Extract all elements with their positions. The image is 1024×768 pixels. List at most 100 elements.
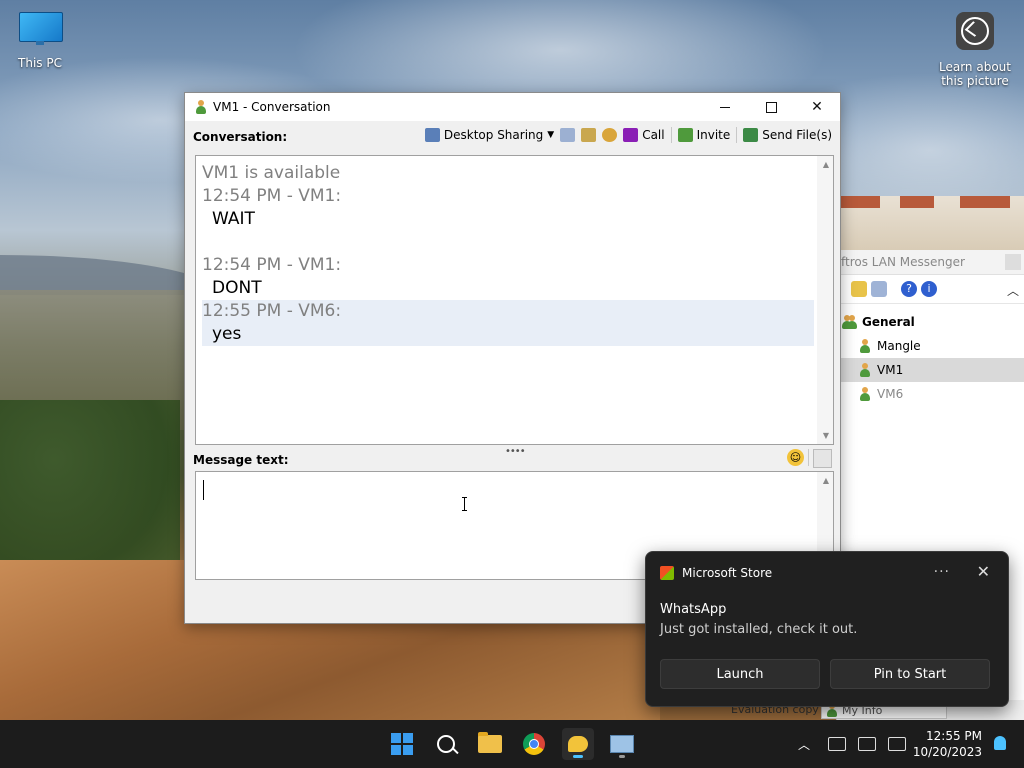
message-text: yes [212,324,242,344]
store-notification-toast[interactable]: Microsoft Store ··· ✕ WhatsApp Just got … [645,551,1009,707]
send-files-button[interactable]: Send File(s) [743,128,832,142]
video-camera-icon [623,128,639,142]
splitter-handle[interactable]: •••• [505,446,526,457]
start-button[interactable] [386,728,418,760]
learn-about-picture-shortcut[interactable]: Learn about this picture [936,12,1014,88]
message-item: 12:54 PM - VM1: WAIT [202,185,814,231]
emoji-icon[interactable]: ☺ [787,449,804,466]
text-caret [203,480,204,500]
invite-users-icon [677,128,693,142]
search-button[interactable] [430,728,462,760]
user-online-icon [859,363,871,377]
running-indicator [619,755,625,758]
conversation-toolbar: Conversation: Desktop Sharing ▼ Call Inv… [185,121,840,153]
user-name: VM1 [877,363,904,377]
message-text: DONT [212,278,262,298]
buddy-list-title: ftros LAN Messenger [837,250,1024,275]
chrome-button[interactable] [518,728,550,760]
user-name: VM6 [877,387,904,401]
performance-monitor-icon [610,735,634,753]
app-user-icon [195,100,207,114]
task-manager-taskbar-button[interactable] [606,728,638,760]
search-icon [437,735,455,753]
volume-mute-icon[interactable] [888,737,907,751]
group-name: General [862,315,915,329]
history-icon[interactable] [560,128,576,142]
wallpaper-town [830,196,1024,252]
minimize-button[interactable] [702,93,748,121]
toolbar-separator [736,127,738,143]
conversation-history[interactable]: VM1 is available 12:54 PM - VM1: WAIT 12… [195,155,834,445]
windows-logo-icon [391,733,413,755]
buddy-toolbar: ? i ︿ [837,275,1024,304]
history-scrollbar[interactable]: ▲ ▼ [817,156,833,444]
maximize-button[interactable] [748,93,794,121]
lan-messenger-taskbar-button[interactable] [562,728,594,760]
help-icon[interactable]: ? [901,281,917,297]
monitor-icon [19,12,63,45]
scroll-up-icon[interactable]: ▲ [823,476,829,485]
history-icon[interactable] [871,281,887,297]
add-folder-icon[interactable] [851,281,867,297]
transfers-icon[interactable] [581,128,597,142]
notification-bell-icon[interactable] [994,736,1006,750]
message-text-label: Message text: [193,453,289,467]
call-label: Call [642,128,665,142]
scroll-up-icon[interactable]: ▲ [823,160,829,169]
onedrive-icon[interactable] [828,737,847,751]
window-title: VM1 - Conversation [213,100,331,114]
camera-icon [956,12,994,50]
ibeam-cursor-icon [462,497,467,511]
invite-label: Invite [696,128,731,142]
clock-time: 12:55 PM [926,729,982,743]
close-button[interactable]: ✕ [794,93,840,121]
close-icon[interactable]: ✕ [977,562,990,581]
conversation-titlebar[interactable]: VM1 - Conversation ✕ [185,93,840,121]
desktop-sharing-label: Desktop Sharing [443,128,544,142]
toolbar-separator [808,449,809,466]
this-pc-shortcut[interactable]: This PC [14,12,66,70]
more-options-icon[interactable]: ··· [934,564,950,580]
settings-icon[interactable] [602,128,618,142]
file-explorer-button[interactable] [474,728,506,760]
chevron-up-icon[interactable]: ︿ [798,736,810,753]
toolbar-separator [670,127,672,143]
message-item: 12:55 PM - VM6: yes [202,300,814,346]
chevron-down-icon: ▼ [547,130,555,140]
conversation-label: Conversation: [193,130,288,144]
chat-bubble-icon [568,736,588,752]
call-button[interactable]: Call [623,128,665,142]
message-status: VM1 is available [202,162,814,185]
toast-source: Microsoft Store [682,566,773,580]
buddy-close-button[interactable] [1005,254,1021,270]
user-row-mangle[interactable]: Mangle [837,334,1024,358]
conversation-window: VM1 - Conversation ✕ Conversation: Deskt… [184,92,841,624]
learn-label-line2: this picture [941,74,1009,88]
scroll-down-icon[interactable]: ▼ [823,431,829,440]
font-format-icon[interactable] [813,449,832,468]
chevron-up-icon[interactable]: ︿ [1007,282,1019,299]
network-icon[interactable] [858,737,877,751]
system-tray: ︿ [798,720,912,768]
send-files-label: Send File(s) [762,128,832,142]
chrome-icon [523,733,545,755]
desktop-sharing-button[interactable]: Desktop Sharing ▼ [424,128,555,142]
message-header: 12:54 PM - VM1: [202,186,342,206]
info-icon[interactable]: i [921,281,937,297]
invite-button[interactable]: Invite [677,128,731,142]
pin-to-start-button[interactable]: Pin to Start [830,659,990,689]
user-row-vm1[interactable]: VM1 [837,358,1024,382]
taskbar: ︿ 12:55 PM 10/20/2023 [0,720,1024,768]
message-item: 12:54 PM - VM1: DONT [202,254,814,300]
message-header: 12:54 PM - VM1: [202,255,342,275]
folder-icon [478,732,502,753]
clock[interactable]: 12:55 PM 10/20/2023 [913,728,982,760]
launch-button[interactable]: Launch [660,659,820,689]
group-icon [841,315,857,329]
message-header: 12:55 PM - VM6: [202,301,342,321]
group-general[interactable]: General [837,310,1024,334]
user-row-vm6[interactable]: VM6 [837,382,1024,406]
buddy-list-title-text: ftros LAN Messenger [841,255,965,269]
user-online-icon [859,339,871,353]
send-file-icon [743,128,759,142]
